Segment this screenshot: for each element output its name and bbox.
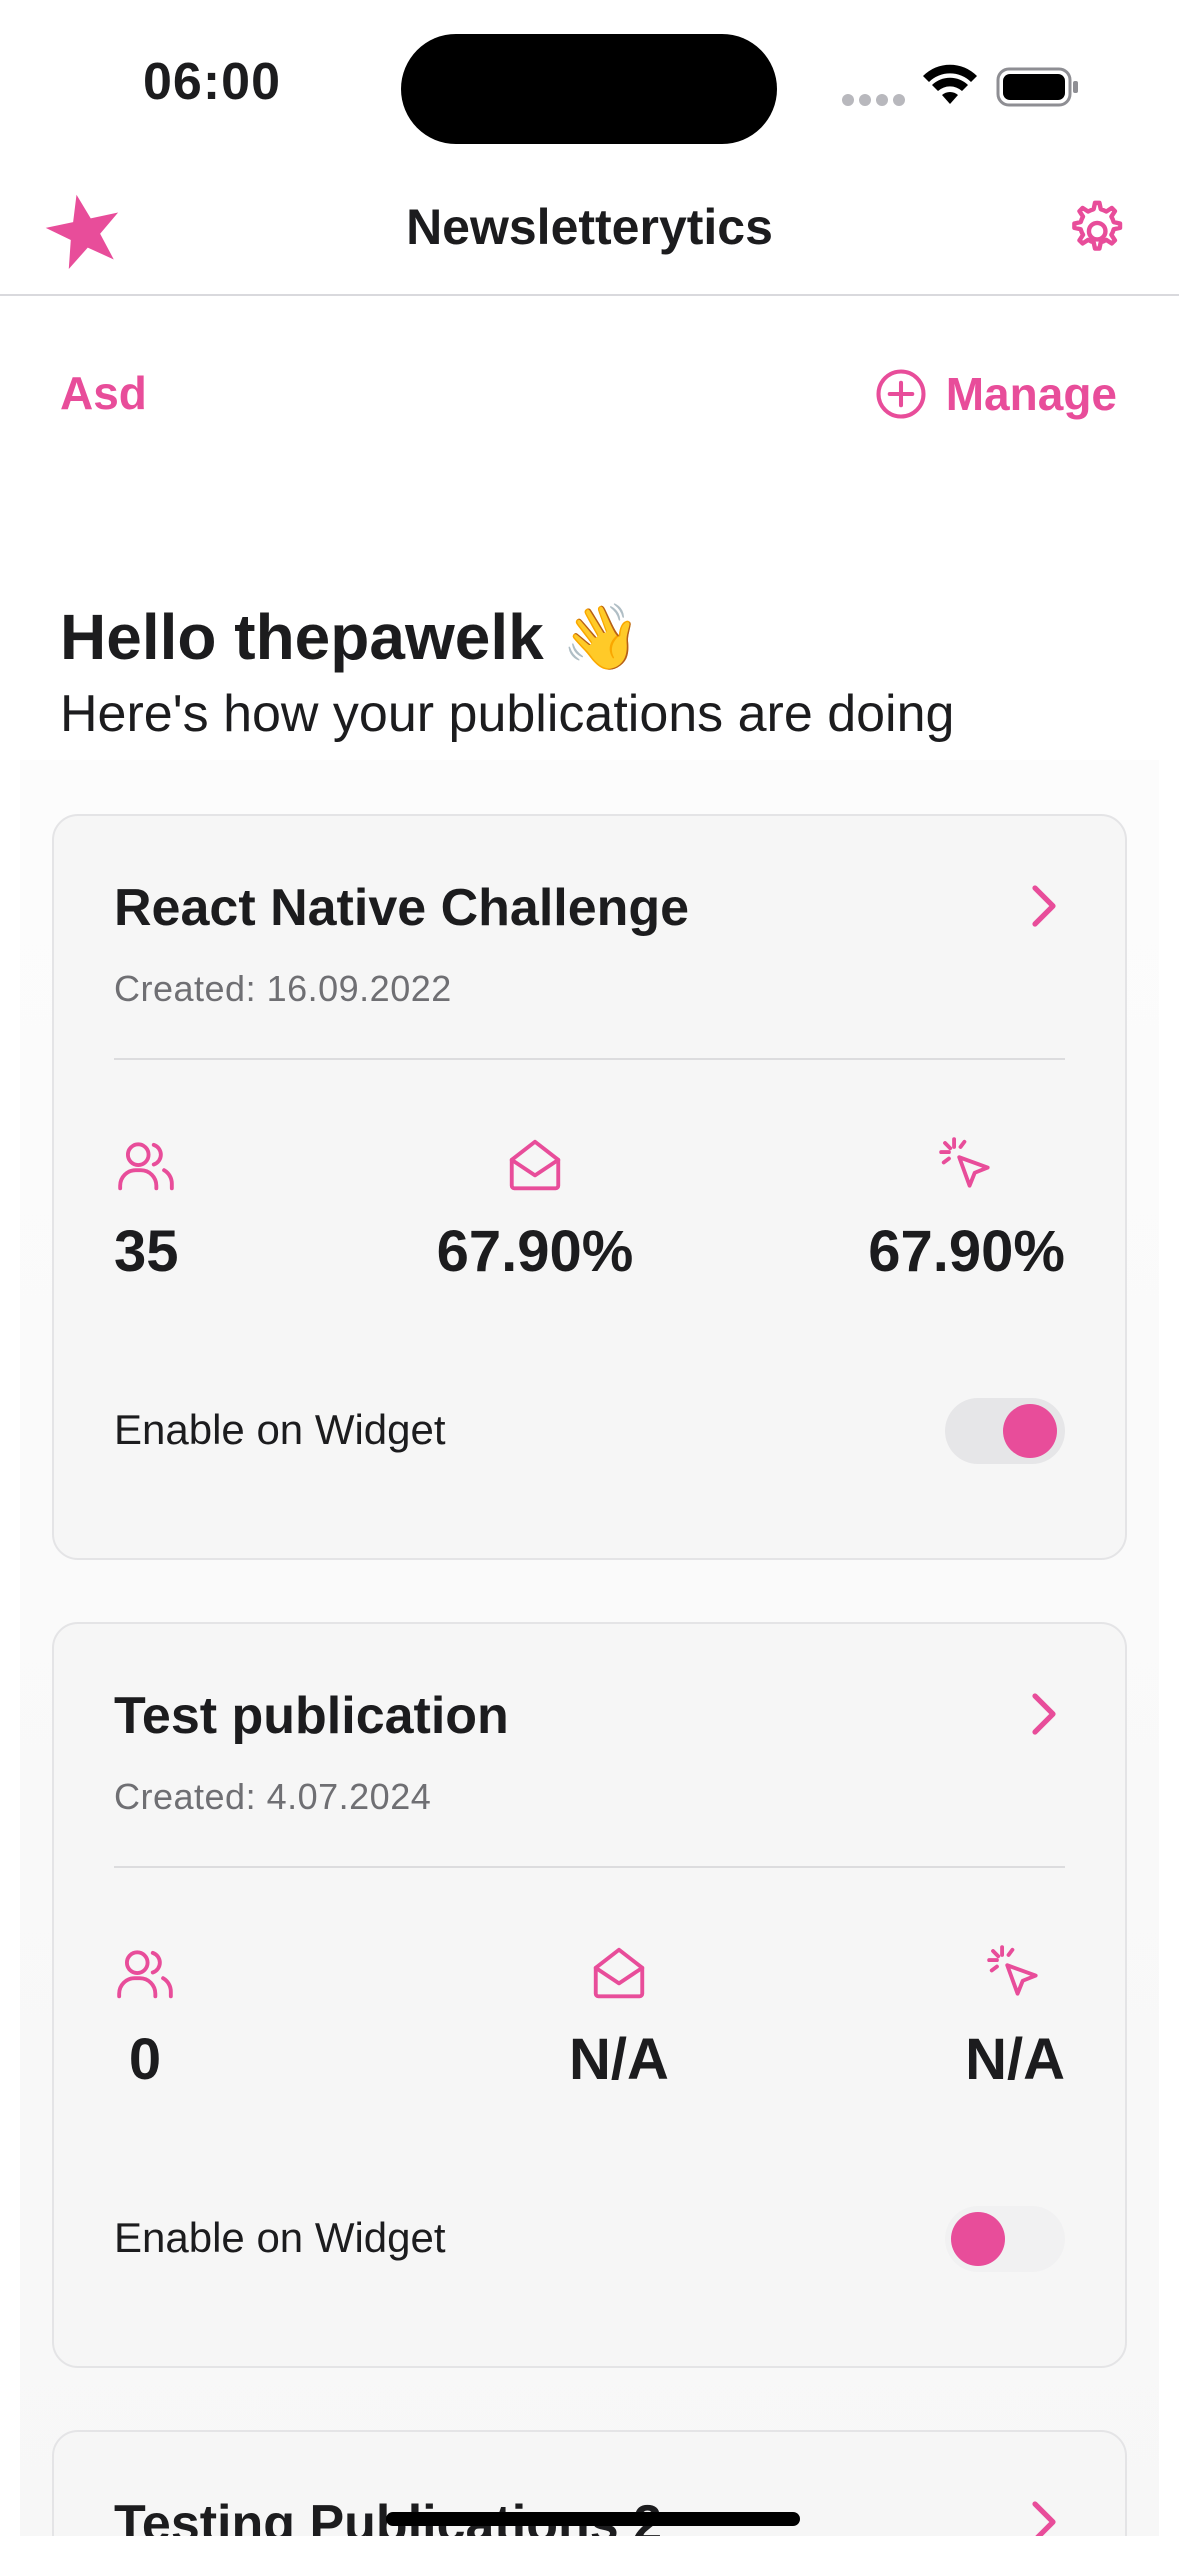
publication-title: Test publication: [114, 1687, 509, 1745]
publication-created-date: Created: 4.07.2024: [114, 1776, 432, 1817]
manage-button[interactable]: Manage: [874, 362, 1117, 426]
bottom-edge: [0, 2536, 1179, 2556]
dynamic-island: [401, 34, 777, 144]
cursor-click-icon: [938, 1137, 990, 1188]
chevron-right-icon[interactable]: [1023, 1690, 1063, 1738]
greeting-heading: Hello thepawelk 👋: [60, 601, 642, 673]
subscribers-value: 35: [114, 1219, 179, 1284]
click-rate-value: 67.90%: [868, 1219, 1065, 1284]
toggle-knob: [1003, 1404, 1057, 1458]
publication-card[interactable]: Test publication Created: 4.07.2024 0 N/…: [52, 1622, 1127, 2368]
card-divider: [114, 1866, 1065, 1868]
open-rate-value: N/A: [569, 2027, 669, 2092]
subscribers-stat: 0: [114, 1942, 176, 2093]
card-divider: [114, 1058, 1065, 1060]
open-rate-value: 67.90%: [436, 1219, 634, 1284]
open-rate-stat: N/A: [494, 1942, 744, 2093]
envelope-open-icon: [593, 1947, 645, 1999]
enable-widget-label: Enable on Widget: [114, 1406, 446, 1453]
envelope-open-icon: [509, 1139, 561, 1191]
click-rate-stat: 67.90%: [868, 1134, 1065, 1285]
enable-widget-toggle[interactable]: [945, 1398, 1065, 1464]
cellular-signal-icon: [842, 94, 905, 106]
publication-created-date: Created: 16.09.2022: [114, 968, 452, 1009]
publication-card[interactable]: React Native Challenge Created: 16.09.20…: [52, 814, 1127, 1560]
click-rate-value: N/A: [965, 2027, 1065, 2092]
greeting-subtitle: Here's how your publications are doing: [60, 685, 955, 743]
chevron-right-icon[interactable]: [1023, 882, 1063, 930]
subscribers-value: 0: [128, 2027, 162, 2092]
wifi-icon: [923, 64, 977, 104]
plus-circle-icon: [876, 369, 926, 419]
enable-widget-toggle[interactable]: [945, 2206, 1065, 2272]
workspace-name[interactable]: Asd: [60, 366, 147, 420]
cursor-click-icon: [987, 1945, 1038, 1996]
status-time: 06:00: [143, 53, 281, 111]
open-rate-stat: 67.90%: [410, 1134, 660, 1285]
users-icon: [118, 1142, 175, 1191]
home-indicator[interactable]: [386, 2512, 800, 2526]
click-rate-stat: N/A: [965, 1942, 1065, 2093]
subscribers-stat: 35: [114, 1134, 179, 1285]
gear-icon[interactable]: [1062, 196, 1128, 262]
enable-widget-label: Enable on Widget: [114, 2214, 446, 2261]
navigation-bar: Newsletterytics: [0, 170, 1179, 296]
app-title: Newsletterytics: [406, 199, 773, 255]
publication-title: React Native Challenge: [114, 879, 690, 937]
battery-icon: [996, 67, 1078, 107]
users-icon: [117, 1950, 173, 1999]
toggle-knob: [951, 2212, 1005, 2266]
manage-label: Manage: [945, 368, 1117, 420]
status-bar: 06:00: [0, 0, 1179, 170]
